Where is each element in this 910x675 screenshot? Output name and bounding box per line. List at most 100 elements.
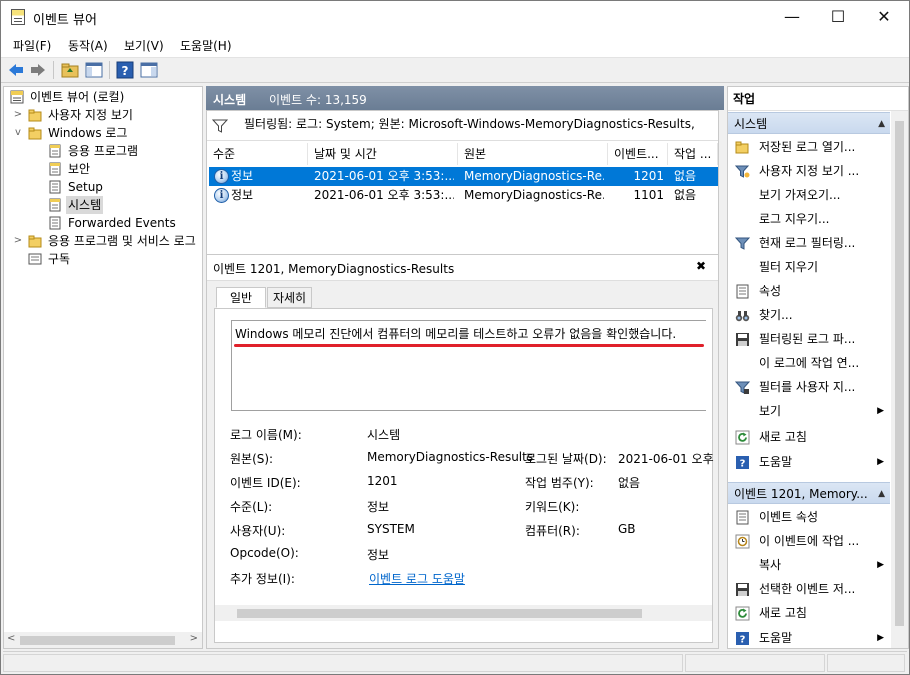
more-info-label: 추가 정보(I): [230,572,295,586]
column-headers: 수준 날짜 및 시간 원본 이벤트... 작업 ... [207,143,718,165]
show-hide-action-pane-icon[interactable] [140,61,158,79]
tree-item-subscriptions[interactable]: 구독 [8,250,72,268]
action-import-view[interactable]: 보기 가져오기... [728,183,890,207]
scrollbar-thumb[interactable] [895,121,904,626]
task-clock-icon [735,534,750,549]
event-detail-header: 이벤트 1201, MemoryDiagnostics-Results ✖ [207,255,718,281]
event-id-value: 1201 [367,474,398,488]
tree-item-windows-logs[interactable]: v Windows 로그 [8,124,129,142]
submenu-arrow-icon: ▶ [877,406,884,416]
collapse-up-icon[interactable]: ▲ [878,113,885,135]
chevron-right-icon[interactable]: > [12,235,24,247]
close-button[interactable]: ✕ [861,1,907,33]
tree-label: Windows 로그 [48,126,128,140]
event-viewer-icon [10,90,24,104]
tree-item-custom-views[interactable]: > 사용자 지정 보기 [8,106,135,124]
scroll-left-icon[interactable]: < [7,633,15,644]
action-view-submenu[interactable]: 보기 ▶ [728,399,890,423]
tree-item-setup-log[interactable]: Setup [8,178,105,196]
menu-view[interactable]: 보기(V) [124,37,164,54]
action-create-custom-view[interactable]: 사용자 지정 보기 ... [728,159,890,183]
back-arrow-icon[interactable] [7,61,25,79]
tab-general[interactable]: 일반 [216,287,266,308]
console-tree: 이벤트 뷰어 (로컬) > 사용자 지정 보기 v Windows 로그 응용 … [3,86,203,649]
refresh-icon [735,430,750,445]
status-cell-secondary [685,654,825,672]
action-help-event[interactable]: ? 도움말 ▶ [728,626,890,648]
action-save-filtered-log[interactable]: 필터링된 로그 파... [728,327,890,351]
action-help[interactable]: ? 도움말 ▶ [728,450,890,474]
minimize-button[interactable]: — [769,1,815,33]
column-source[interactable]: 원본 [458,143,608,165]
help-icon[interactable]: ? [116,61,134,79]
user-label: 사용자(U): [230,524,286,538]
tree-label: 시스템 [66,196,104,214]
event-log-help-link[interactable]: 이벤트 로그 도움말 [369,570,465,587]
action-clear-log[interactable]: 로그 지우기... [728,207,890,231]
general-tab-body: Windows 메모리 진단에서 컴퓨터의 메모리를 테스트하고 오류가 없음을… [214,308,714,643]
tree-item-system-log[interactable]: 시스템 [8,196,104,214]
action-save-selected-events[interactable]: 선택한 이벤트 저... [728,577,890,601]
section-title: 이벤트 1201, Memory... [734,487,868,501]
tree-item-app-service-logs[interactable]: > 응용 프로그램 및 서비스 로그 [8,232,198,250]
collapse-up-icon[interactable]: ▲ [878,483,885,505]
scrollbar-thumb[interactable] [20,636,175,645]
detail-horizontal-scrollbar[interactable] [215,605,712,621]
menu-help[interactable]: 도움말(H) [180,37,232,54]
action-open-saved-log[interactable]: 저장된 로그 열기... [728,135,890,159]
information-icon: i [214,188,229,203]
action-event-properties[interactable]: 이벤트 속성 [728,505,890,529]
submenu-arrow-icon: ▶ [877,633,884,643]
scroll-right-icon[interactable]: > [190,633,198,644]
tree-item-root[interactable]: 이벤트 뷰어 (로컬) [8,88,126,106]
filter-star-icon [735,165,750,178]
column-datetime[interactable]: 날짜 및 시간 [308,143,458,165]
column-level[interactable]: 수준 [207,143,308,165]
show-hide-console-tree-icon[interactable] [85,61,103,79]
action-attach-task-to-log[interactable]: 이 로그에 작업 연... [728,351,890,375]
actions-section-system[interactable]: 시스템 ▲ [728,112,890,134]
action-properties[interactable]: 속성 [728,279,890,303]
tab-details[interactable]: 자세히 [267,287,312,308]
tree-item-forwarded-events[interactable]: Forwarded Events [8,214,178,232]
log-icon [49,144,61,158]
properties-icon [736,510,749,525]
event-datetime: 2021-06-01 오후 3:53:... [314,169,454,183]
menu-file[interactable]: 파일(F) [13,37,51,54]
action-refresh-event[interactable]: 새로 고침 [728,601,890,625]
task-category-label: 작업 범주(Y): [525,476,594,490]
action-filter-current-log[interactable]: 현재 로그 필터링... [728,231,890,255]
chevron-right-icon[interactable]: > [12,109,24,121]
action-clear-filter[interactable]: 필터 지우기 [728,255,890,279]
actions-vertical-scrollbar[interactable] [891,111,908,648]
folder-icon [28,127,42,140]
level-value: 정보 [367,500,390,514]
maximize-button[interactable]: ☐ [815,1,861,33]
action-find[interactable]: 찾기... [728,303,890,327]
action-attach-task-to-event[interactable]: 이 이벤트에 작업 ... [728,529,890,553]
action-copy[interactable]: 복사 ▶ [728,553,890,577]
tree-item-security-log[interactable]: 보안 [8,160,92,178]
actions-section-event[interactable]: 이벤트 1201, Memory... ▲ [728,482,890,504]
close-detail-icon[interactable]: ✖ [696,259,706,273]
action-save-filter-custom-view[interactable]: 필터를 사용자 지... [728,375,890,399]
event-task: 없음 [674,188,697,202]
subscriptions-icon [28,253,42,265]
action-refresh[interactable]: 새로 고침 [728,425,890,449]
chevron-down-icon[interactable]: v [12,127,24,139]
logged-date-value: 2021-06-01 오후 [618,452,714,466]
menu-bar: 파일(F) 동작(A) 보기(V) 도움말(H) [1,33,909,57]
event-message-box[interactable]: Windows 메모리 진단에서 컴퓨터의 메모리를 테스트하고 오류가 없음을… [231,320,706,411]
tree-horizontal-scrollbar[interactable]: < > [4,632,202,648]
scrollbar-thumb[interactable] [237,609,642,618]
column-task[interactable]: 작업 ... [668,143,718,165]
event-id: 1101 [633,188,664,202]
event-row[interactable]: i 정보 2021-06-01 오후 3:53:... MemoryDiagno… [209,186,718,205]
tree-item-application-log[interactable]: 응용 프로그램 [8,142,140,160]
forward-arrow-icon[interactable] [29,61,47,79]
menu-action[interactable]: 동작(A) [68,37,108,54]
event-source: MemoryDiagnostics-Re... [464,188,604,202]
event-row[interactable]: i 정보 2021-06-01 오후 3:53:... MemoryDiagno… [209,167,718,186]
column-event-id[interactable]: 이벤트... [608,143,668,165]
up-folder-icon[interactable] [61,61,79,79]
